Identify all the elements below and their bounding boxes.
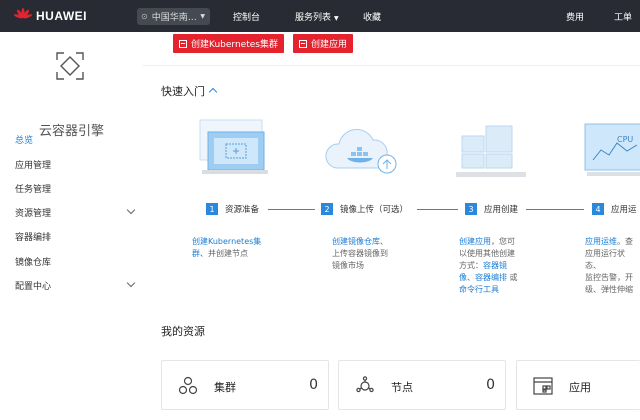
billing-link[interactable]: 费用 [566,10,584,23]
caret-down-icon: ▼ [334,15,339,22]
region-label: 中国华南… [151,13,197,23]
brand-name: HUAWEI [36,9,87,23]
laptop-illustration-icon [199,119,268,174]
app-ops-link[interactable]: 应用运维 [585,237,617,246]
create-app-button[interactable]: 创建应用 [293,34,354,53]
main-content: 创建Kubernetes集群 创建应用 快速入门 CPU 1 资源准备 2 镜像… [143,32,640,420]
step-3-sep: 、 [467,273,475,282]
resource-card-node[interactable]: 节点 0 [338,360,506,410]
cluster-icon [178,376,198,395]
resource-card-label: 应用 [569,381,591,394]
create-app-link[interactable]: 创建应用 [459,237,491,246]
cce-service-icon [56,52,84,80]
step-3-label: 应用创建 [484,205,519,215]
sidebar-item-orchestration[interactable]: 容器编排 [0,225,143,247]
step-connector [268,209,315,210]
console-link[interactable]: 控制台 [233,10,260,23]
windows-app-illustration-icon [456,125,526,177]
caret-down-icon: ▼ [200,13,205,20]
step-4-label: 应用运 [611,205,637,215]
step-2-text-1: 、 [380,237,388,246]
container-image-link[interactable]: 容器镜 [483,261,507,270]
resource-card-count: 0 [309,377,318,393]
step-1-label: 资源准备 [225,205,260,215]
region-selector[interactable]: ⊙ 中国华南… ▼ [137,8,210,25]
step-1-badge: 1 [206,203,218,215]
sidebar-item-label: 镜像仓库 [15,257,52,268]
cli-tool-link[interactable]: 命令行工具 [459,285,499,294]
step-2-description: 创建镜像仓库、 上传容器镜像到 镜像市场 [332,236,407,272]
sidebar-item-overview[interactable]: 总览 [0,128,143,150]
step-3-text-3: 方式： [459,261,483,270]
step-3-badge: 3 [465,203,477,215]
step-connector [417,209,458,210]
sidebar-item-app-management[interactable]: 应用管理 [0,153,143,175]
application-icon [533,377,553,395]
sidebar-item-config-center[interactable]: 配置中心 [0,274,143,296]
node-icon [356,376,374,393]
sidebar-item-image-repository[interactable]: 镜像仓库 [0,250,143,272]
sidebar-item-label: 任务管理 [15,184,52,195]
step-2-label: 镜像上传（可选） [340,205,409,215]
step-4-text-1: 。查 [617,237,633,246]
resource-card-label: 节点 [391,381,413,394]
create-repository-link[interactable]: 创建镜像仓库 [332,237,380,246]
service-list-label: 服务列表 [295,13,332,23]
step-4-text-3: 监控告警，开 [585,273,633,282]
svg-text:CPU: CPU [617,135,633,144]
service-list-menu[interactable]: 服务列表 ▼ [295,10,339,23]
step-1-text: 、并创建节点 [200,249,248,258]
step-2-badge: 2 [321,203,333,215]
orchestration-link[interactable]: 容器编排 [475,273,507,282]
action-bar: 创建Kubernetes集群 创建应用 [143,32,640,66]
add-icon [299,39,307,48]
step-4-text-2: 应用运行状态、 [585,249,625,270]
add-icon [179,39,187,48]
create-cluster-label: 创建Kubernetes集群 [191,40,278,50]
location-pin-icon: ⊙ [141,12,148,21]
create-app-label: 创建应用 [311,40,348,50]
huawei-petal-icon [14,8,32,19]
step-3-text-1: ，您可 [491,237,515,246]
sidebar-item-resource-management[interactable]: 资源管理 [0,201,143,223]
sidebar: 云容器引擎 总览 应用管理 任务管理 资源管理 容器编排 镜像仓库 配置中心 [0,32,143,420]
container-image-link-2[interactable]: 像 [459,273,467,282]
sidebar-item-task-management[interactable]: 任务管理 [0,177,143,199]
cloud-upload-illustration-icon [325,129,397,174]
sidebar-item-label: 资源管理 [15,208,52,219]
cpu-monitor-illustration-icon: CPU [584,123,640,176]
step-2-text-2: 上传容器镜像到 [332,249,388,258]
sidebar-item-label: 配置中心 [15,281,52,292]
step-3-text-4: 或 [507,273,518,282]
step-1-description: 创建Kubernetes集群、并创建节点 [192,236,272,260]
my-resources-title: 我的资源 [161,325,205,338]
resource-card-cluster[interactable]: 集群 0 [161,360,329,410]
step-4-text-4: 级、弹性伸缩 [585,285,633,294]
step-2-text-3: 镜像市场 [332,261,364,270]
resource-card-application[interactable]: 应用 [516,360,640,410]
sidebar-item-label: 容器编排 [15,232,52,243]
step-3-description: 创建应用，您可 以使用其他创建 方式：容器镜 像、容器编排 或 命令行工具 [459,236,537,296]
create-cluster-button[interactable]: 创建Kubernetes集群 [173,34,284,53]
collapse-icon[interactable] [208,87,218,97]
huawei-logo[interactable]: HUAWEI [14,7,87,25]
sidebar-item-label: 应用管理 [15,160,52,171]
favorites-link[interactable]: 收藏 [363,10,381,23]
chevron-down-icon [126,278,136,288]
chevron-down-icon [126,205,136,215]
ticket-link[interactable]: 工单 [614,10,632,23]
top-navigation-bar: HUAWEI ⊙ 中国华南… ▼ 控制台 服务列表 ▼ 收藏 费用 工单 [0,0,640,32]
sidebar-item-label: 总览 [15,135,34,146]
step-connector [526,209,584,210]
step-4-description: 应用运维。查 应用运行状态、 监控告警，开 级、弹性伸缩 [585,236,640,296]
step-4-badge: 4 [592,203,604,215]
quickstart-title: 快速入门 [161,85,205,98]
resource-card-label: 集群 [214,381,236,394]
step-3-text-2: 以使用其他创建 [459,249,515,258]
resource-card-count: 0 [486,377,495,393]
